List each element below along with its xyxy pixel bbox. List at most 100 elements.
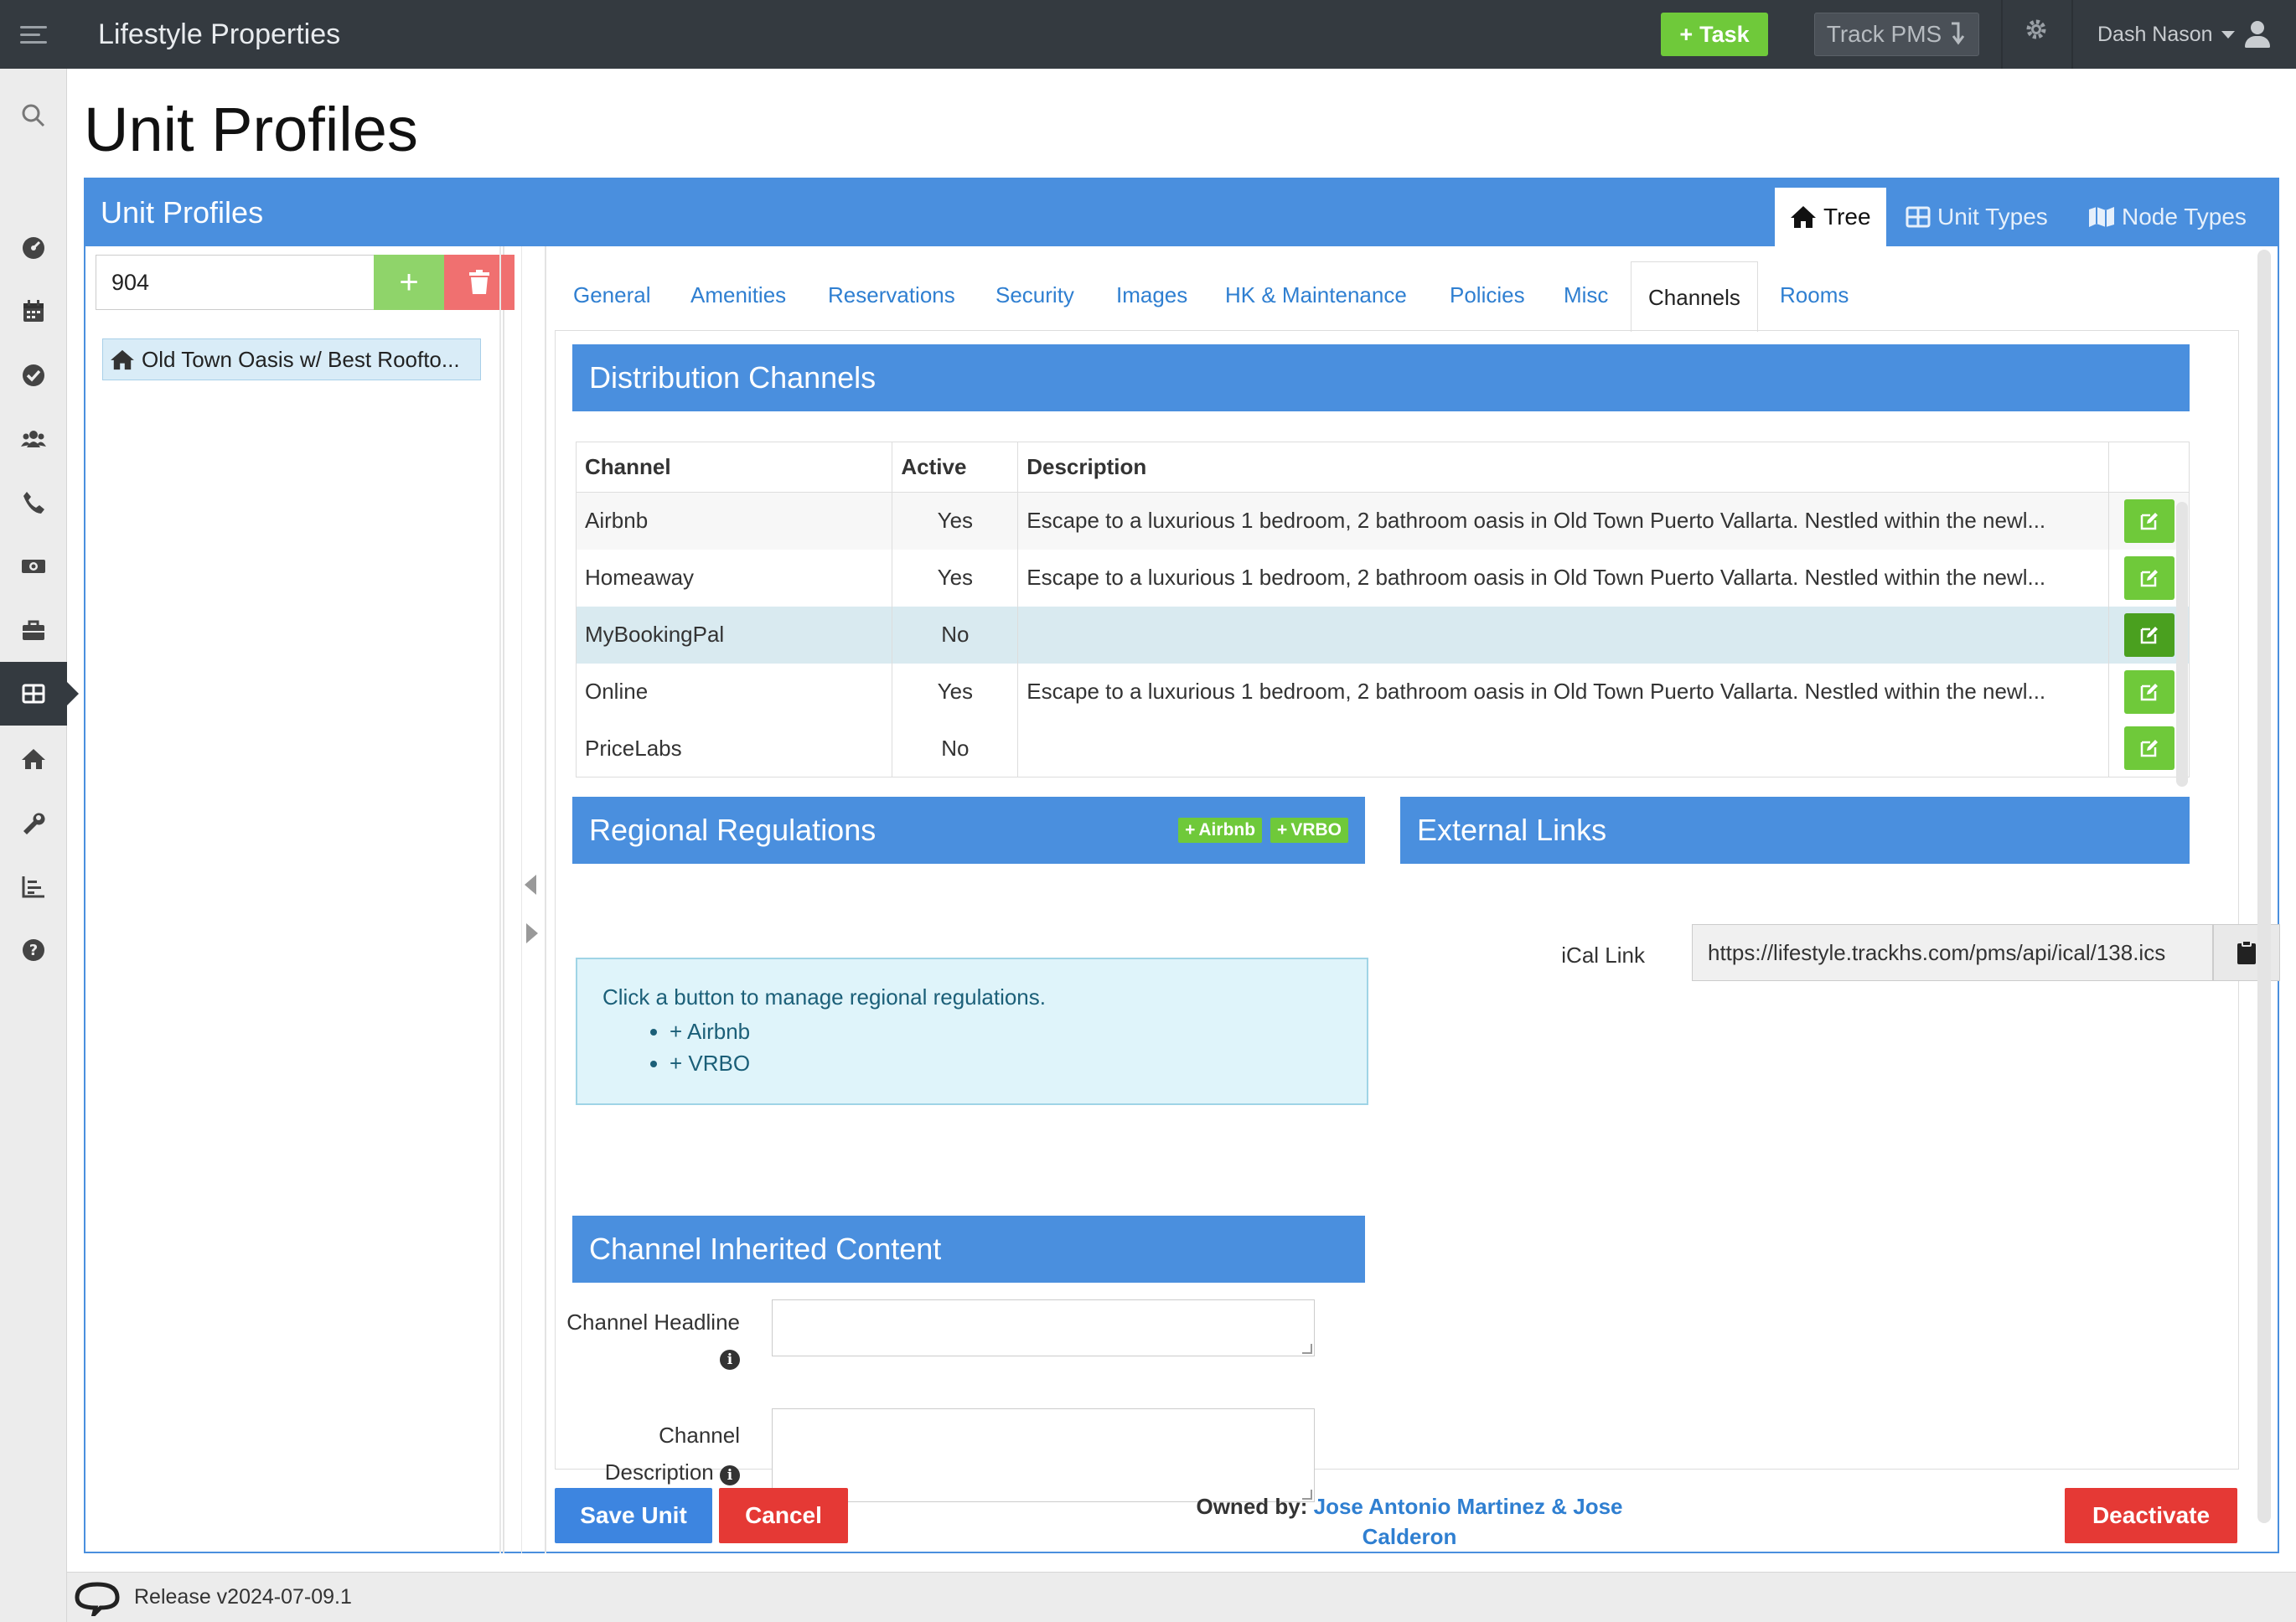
tab-channels[interactable]: Channels — [1631, 261, 1758, 332]
clipboard-icon — [2237, 940, 2256, 964]
page-scrollbar[interactable] — [2257, 250, 2271, 1523]
chart-icon[interactable] — [0, 855, 67, 918]
tab-amenities[interactable]: Amenities — [690, 263, 786, 330]
footer: Release v2024-07-09.1 — [67, 1572, 2296, 1622]
ical-link-label: iCal Link — [1561, 943, 1645, 968]
search-icon[interactable] — [0, 84, 67, 147]
owner-link[interactable]: Jose Antonio Martinez & Jose — [1314, 1494, 1623, 1519]
tab-images[interactable]: Images — [1116, 263, 1187, 330]
edit-button[interactable] — [2123, 669, 2174, 714]
tab-tree[interactable]: Tree — [1775, 188, 1886, 246]
arrow-down-icon — [1952, 22, 1965, 45]
add-vrbo-regulation-button[interactable]: + VRBO — [1270, 818, 1348, 843]
track-pms-button[interactable]: Track PMS — [1814, 13, 1979, 56]
regional-regulations-header: Regional Regulations + Airbnb + VRBO — [572, 797, 1365, 864]
user-icon — [2243, 18, 2272, 51]
delete-node-button[interactable] — [444, 255, 515, 310]
plus-icon: + — [1679, 21, 1694, 47]
info-icon[interactable]: i — [720, 1350, 740, 1370]
column-header-description: Description — [1017, 442, 2110, 493]
edit-icon — [2140, 683, 2158, 700]
table-scrollbar[interactable] — [2176, 502, 2188, 787]
unit-profiles-panel: Unit Profiles Tree Unit Types Node Types… — [84, 178, 2280, 1553]
tab-policies[interactable]: Policies — [1450, 263, 1525, 330]
table-icon — [1906, 206, 1931, 228]
table-row[interactable]: PriceLabs No — [575, 720, 2190, 777]
channels-table: Channel Active Description Airbnb Yes Es… — [575, 442, 2190, 777]
user-name: Dash Nason — [2097, 23, 2213, 46]
edit-button[interactable] — [2123, 612, 2174, 657]
tab-general[interactable]: General — [573, 263, 651, 330]
channel-active: No — [892, 720, 1019, 777]
tab-rooms[interactable]: Rooms — [1780, 263, 1849, 330]
edit-icon — [2140, 569, 2158, 586]
wrench-icon[interactable] — [0, 791, 67, 855]
info-icon[interactable]: i — [720, 1465, 740, 1485]
brand-name[interactable]: Lifestyle Properties — [98, 0, 340, 69]
users-icon[interactable] — [0, 407, 67, 471]
expand-right-icon[interactable] — [526, 923, 538, 943]
plus-icon: + — [1185, 820, 1196, 839]
channel-active: Yes — [892, 549, 1019, 607]
money-icon[interactable] — [0, 535, 67, 598]
owned-by: Owned by: Jose Antonio Martinez & Jose C… — [1196, 1494, 1623, 1549]
briefcase-icon[interactable] — [0, 598, 67, 662]
tab-misc[interactable]: Misc — [1564, 263, 1608, 330]
caret-down-icon — [2221, 30, 2235, 39]
tab-security[interactable]: Security — [995, 263, 1074, 330]
tab-hk-maintenance[interactable]: HK & Maintenance — [1225, 263, 1407, 330]
grid-icon[interactable] — [0, 662, 79, 726]
collapse-left-icon[interactable] — [525, 875, 536, 895]
list-item[interactable]: + Airbnb — [670, 1015, 1342, 1047]
tab-unit-types[interactable]: Unit Types — [1890, 188, 2063, 246]
table-header-row: Channel Active Description — [575, 442, 2190, 493]
home-icon — [1791, 206, 1816, 228]
panel-title: Unit Profiles — [101, 195, 264, 230]
list-item[interactable]: + VRBO — [670, 1047, 1342, 1079]
plus-icon: + — [670, 1051, 689, 1076]
distribution-channels-header: Distribution Channels — [572, 344, 2190, 411]
user-menu[interactable]: Dash Nason — [2097, 0, 2272, 69]
ical-link-field[interactable]: https://lifestyle.trackhs.com/pms/api/ic… — [1692, 924, 2213, 981]
phone-icon[interactable] — [0, 471, 67, 535]
channel-headline-label: Channel Headline i — [566, 1309, 740, 1370]
edit-button[interactable] — [2123, 555, 2174, 600]
channel-headline-textarea[interactable] — [772, 1299, 1315, 1356]
home-icon[interactable] — [0, 727, 67, 791]
content-pane: General Amenities Reservations Security … — [555, 246, 2280, 1553]
page-title: Unit Profiles — [84, 95, 418, 164]
save-unit-button[interactable]: Save Unit — [555, 1488, 712, 1543]
calendar-icon[interactable] — [0, 280, 67, 344]
channel-name: PriceLabs — [575, 720, 893, 777]
unit-tabs: General Amenities Reservations Security … — [555, 246, 2239, 332]
regulations-info-text: Click a button to manage regional regula… — [602, 984, 1046, 1010]
channel-description: Escape to a luxurious 1 bedroom, 2 bathr… — [1017, 492, 2110, 550]
panel-header: Unit Profiles Tree Unit Types Node Types — [85, 179, 2278, 246]
unit-search-input[interactable]: 904 — [96, 255, 377, 310]
check-circle-icon[interactable] — [0, 344, 67, 407]
table-row[interactable]: Airbnb Yes Escape to a luxurious 1 bedro… — [575, 492, 2190, 550]
table-row[interactable]: MyBookingPal No — [575, 606, 2190, 664]
tab-reservations[interactable]: Reservations — [828, 263, 955, 330]
edit-button[interactable] — [2123, 726, 2174, 771]
edit-button[interactable] — [2123, 498, 2174, 543]
owner-link[interactable]: Calderon — [1363, 1524, 1457, 1549]
channel-description-textarea[interactable] — [772, 1408, 1315, 1502]
column-header-actions — [2108, 442, 2190, 493]
add-node-button[interactable]: + — [374, 255, 444, 310]
svg-text:?: ? — [29, 942, 38, 959]
help-icon[interactable]: ? — [0, 918, 67, 982]
edit-icon — [2140, 740, 2158, 757]
menu-toggle-icon[interactable] — [0, 0, 67, 69]
cancel-button[interactable]: Cancel — [719, 1488, 848, 1543]
map-icon — [2089, 207, 2114, 227]
table-row[interactable]: Homeaway Yes Escape to a luxurious 1 bed… — [575, 549, 2190, 607]
deactivate-button[interactable]: Deactivate — [2065, 1488, 2237, 1543]
add-task-button[interactable]: + Task — [1661, 13, 1768, 56]
tree-node-unit[interactable]: Old Town Oasis w/ Best Roofto... — [102, 338, 481, 380]
table-row[interactable]: Online Yes Escape to a luxurious 1 bedro… — [575, 663, 2190, 721]
add-airbnb-regulation-button[interactable]: + Airbnb — [1178, 818, 1263, 843]
gear-icon[interactable] — [2021, 17, 2051, 50]
tab-node-types[interactable]: Node Types — [2073, 188, 2262, 246]
dashboard-icon[interactable] — [0, 216, 67, 280]
